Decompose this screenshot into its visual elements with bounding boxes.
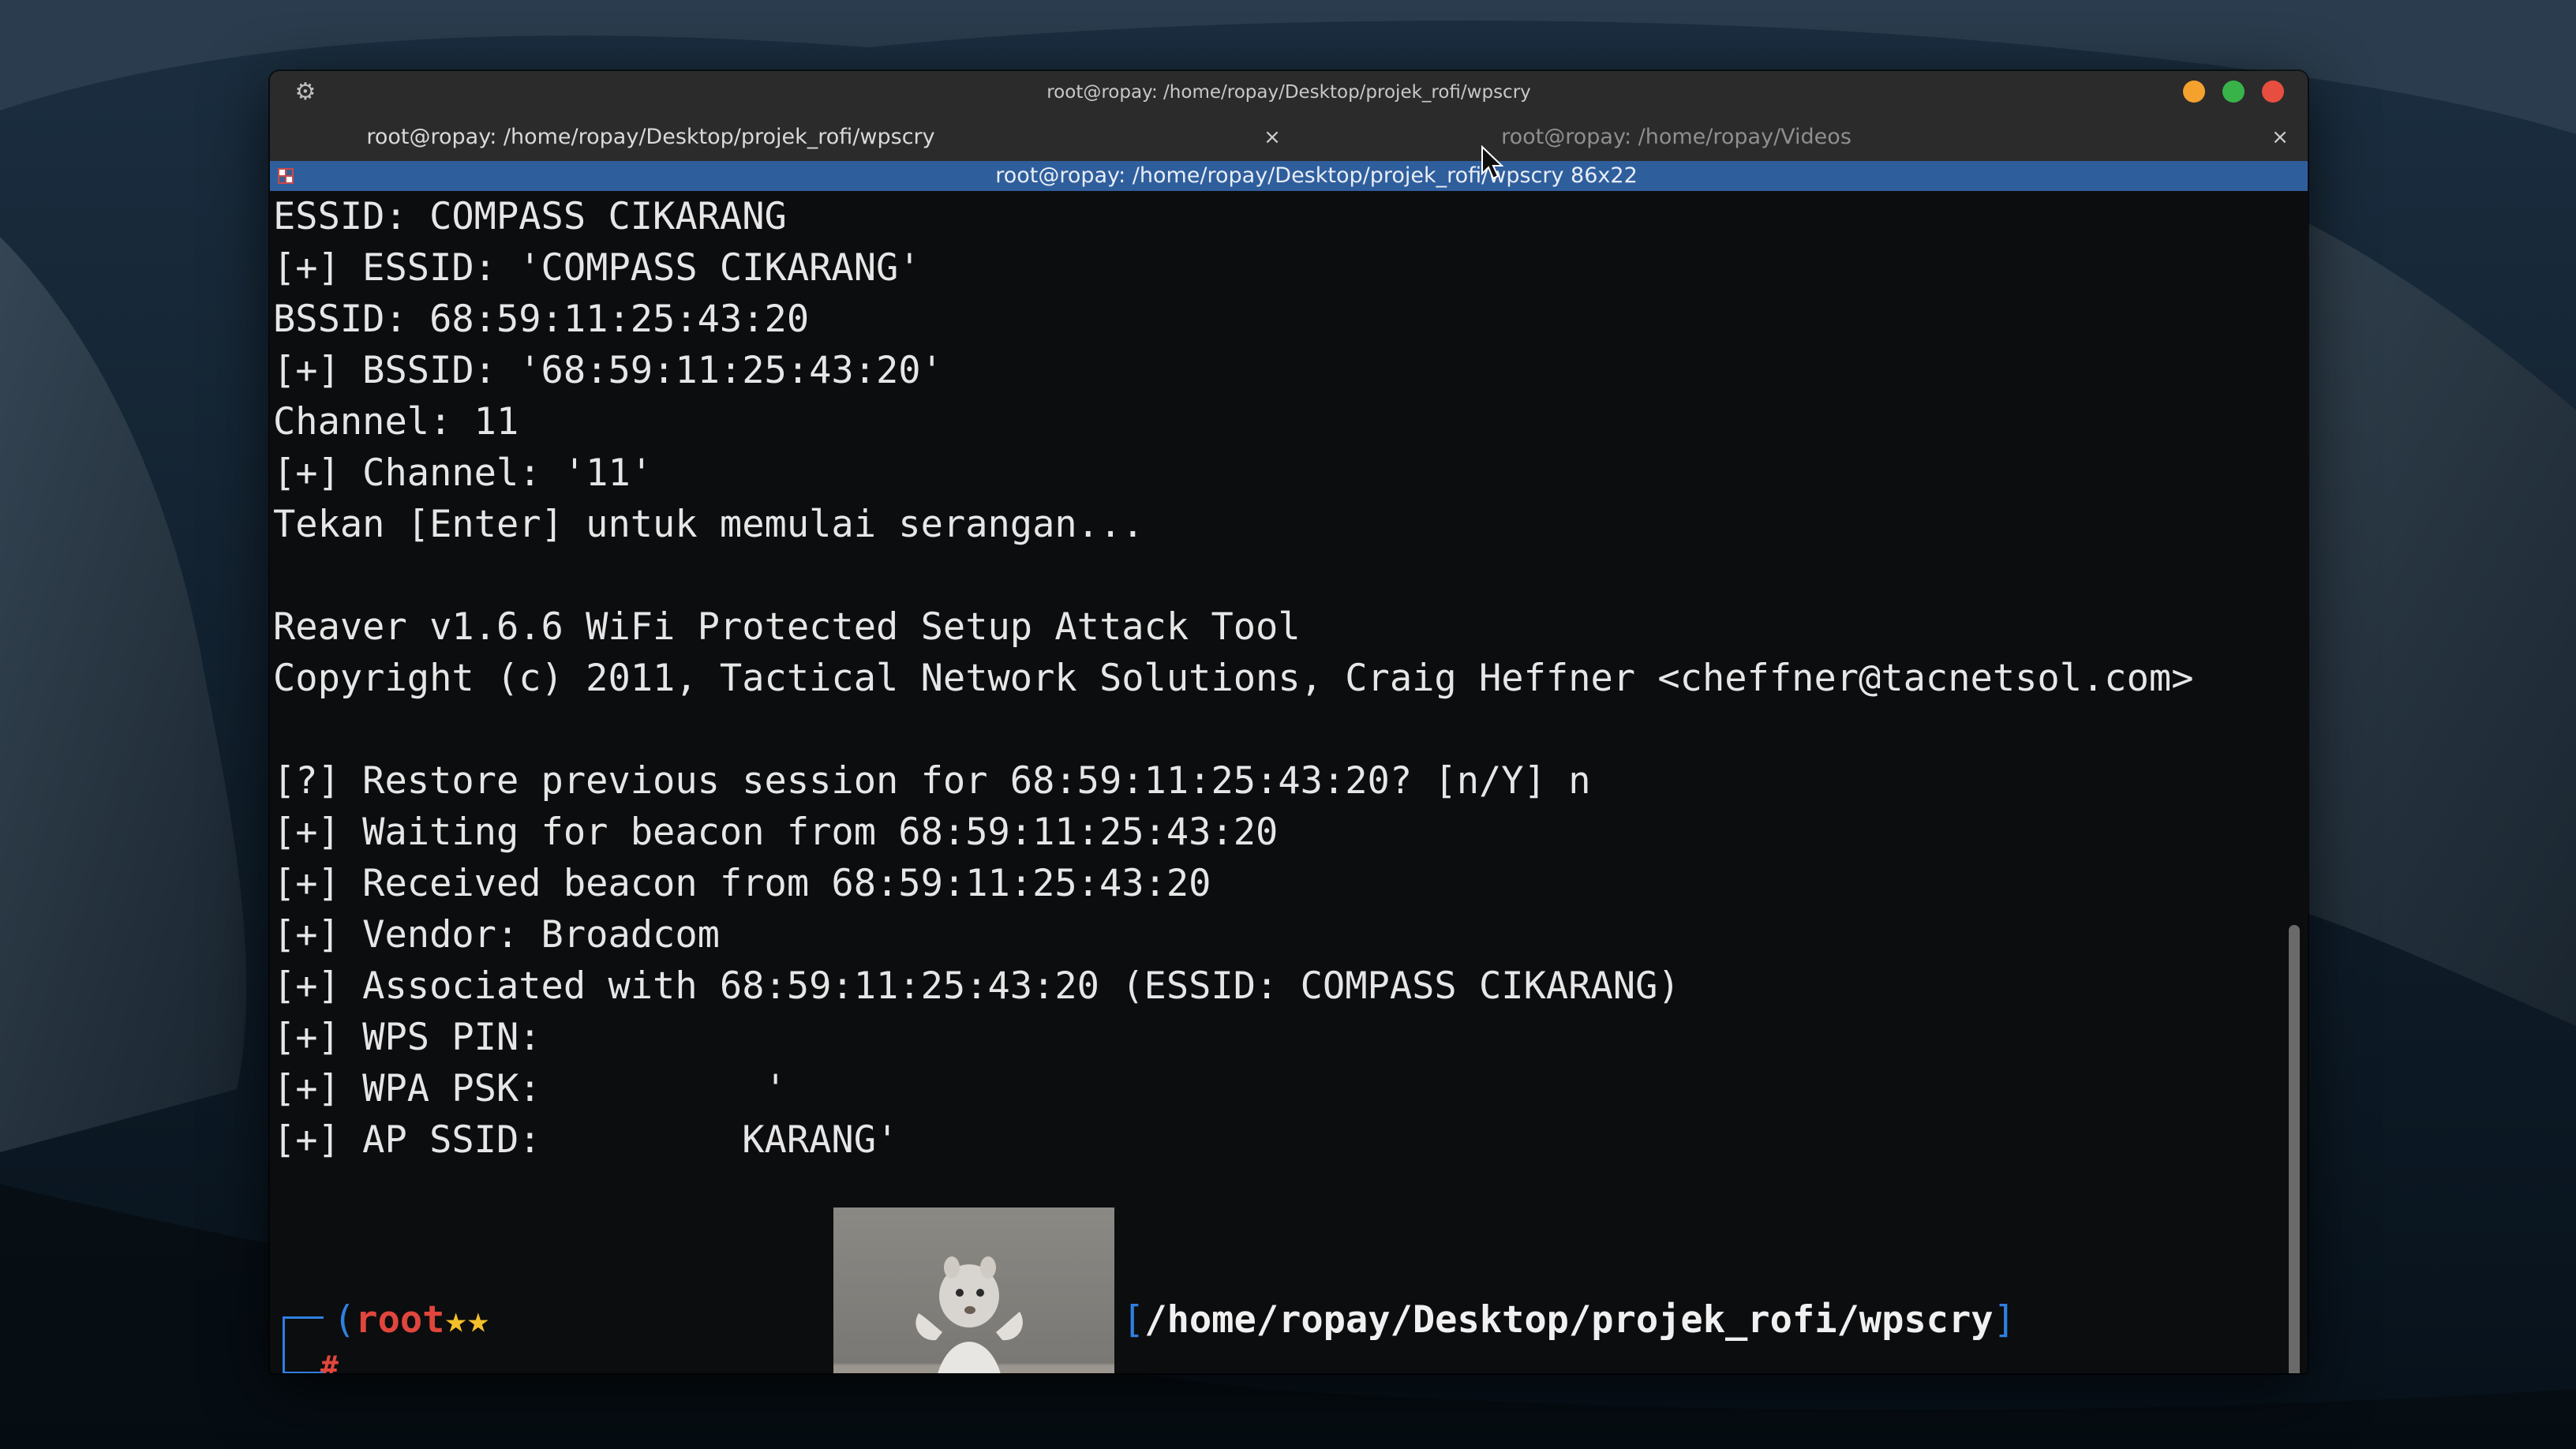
- window-title: root@ropay: /home/ropay/Desktop/projek_r…: [1046, 82, 1531, 103]
- scrollbar-thumb[interactable]: [2289, 925, 2300, 1373]
- close-window-button[interactable]: [2262, 80, 2284, 103]
- tab-wpscry[interactable]: root@ropay: /home/ropay/Desktop/projek_r…: [270, 114, 1288, 161]
- output-line: [+] ESSID: 'COMPASS CIKARANG': [273, 246, 921, 290]
- prompt-user-segment: (root★★: [333, 1294, 489, 1346]
- prompt-stars-icon: ★★: [444, 1298, 490, 1342]
- prompt-cwd: /home/ropay/Desktop/projek_rofi/wpscry: [1144, 1298, 1994, 1342]
- tab-close-icon[interactable]: ×: [1260, 114, 1284, 161]
- vertical-scrollbar[interactable]: [2287, 191, 2303, 1373]
- output-line: Copyright (c) 2011, Tactical Network Sol…: [273, 657, 2194, 700]
- output-line: [?] Restore previous session for 68:59:1…: [273, 759, 1591, 803]
- output-line: [+] WPS PIN:: [273, 1016, 541, 1059]
- mouse-pointer-icon: [1481, 145, 1504, 180]
- terminal-output: ESSID: COMPASS CIKARANG [+] ESSID: 'COMP…: [273, 191, 2194, 1166]
- output-line: [+] Waiting for beacon from 68:59:11:25:…: [273, 811, 1279, 854]
- tab-close-icon[interactable]: ×: [2268, 114, 2292, 161]
- output-line: BSSID: 68:59:11:25:43:20: [273, 298, 810, 341]
- output-line: [+] Channel: '11': [273, 451, 653, 495]
- output-line: Tekan [Enter] untuk memulai serangan...: [273, 503, 1144, 546]
- prompt-path-segment: [/home/ropay/Desktop/projek_rofi/wpscry]: [1122, 1294, 2016, 1346]
- output-line: [+] Vendor: Broadcom: [273, 913, 720, 957]
- terminal-header-bar: root@ropay: /home/ropay/Desktop/projek_r…: [270, 161, 2308, 191]
- output-line: [+] BSSID: '68:59:11:25:43:20': [273, 349, 943, 392]
- output-line: Channel: 11: [273, 400, 519, 444]
- output-line: ESSID: COMPASS CIKARANG: [273, 195, 787, 238]
- terminal-output-area[interactable]: ESSID: COMPASS CIKARANG [+] ESSID: 'COMP…: [270, 191, 2308, 1373]
- output-line: [+] AP SSID: KARANG': [273, 1118, 899, 1162]
- title-bar[interactable]: ⚙ root@ropay: /home/ropay/Desktop/projek…: [270, 71, 2308, 114]
- tab-label: root@ropay: /home/ropay/Videos: [1501, 125, 1852, 149]
- tab-bar: root@ropay: /home/ropay/Desktop/projek_r…: [270, 114, 2308, 161]
- minimize-button[interactable]: [2183, 80, 2205, 103]
- prompt-symbol: #: [320, 1350, 339, 1373]
- prompt-corner: [283, 1318, 326, 1373]
- terminal-window: ⚙ root@ropay: /home/ropay/Desktop/projek…: [270, 71, 2308, 1373]
- maximize-button[interactable]: [2222, 80, 2245, 103]
- output-line: [+] Received beacon from 68:59:11:25:43:…: [273, 862, 1211, 905]
- tab-label: root@ropay: /home/ropay/Desktop/projek_r…: [366, 125, 935, 149]
- prompt-path-open: [: [1122, 1298, 1145, 1342]
- prompt-path-close: ]: [1993, 1298, 2016, 1342]
- output-line: Reaver v1.6.6 WiFi Protected Setup Attac…: [273, 605, 1301, 649]
- dancing-squirrel-overlay-image: [833, 1208, 1114, 1373]
- tab-videos[interactable]: root@ropay: /home/ropay/Videos ×: [1290, 114, 2308, 161]
- terminal-size-title: root@ropay: /home/ropay/Desktop/projek_r…: [995, 163, 1638, 188]
- output-line: [+] Associated with 68:59:11:25:43:20 (E…: [273, 964, 1680, 1008]
- prompt-open-paren: (: [333, 1298, 356, 1342]
- prompt-user: root: [355, 1298, 445, 1342]
- output-line: [+] WPA PSK: ': [273, 1067, 787, 1110]
